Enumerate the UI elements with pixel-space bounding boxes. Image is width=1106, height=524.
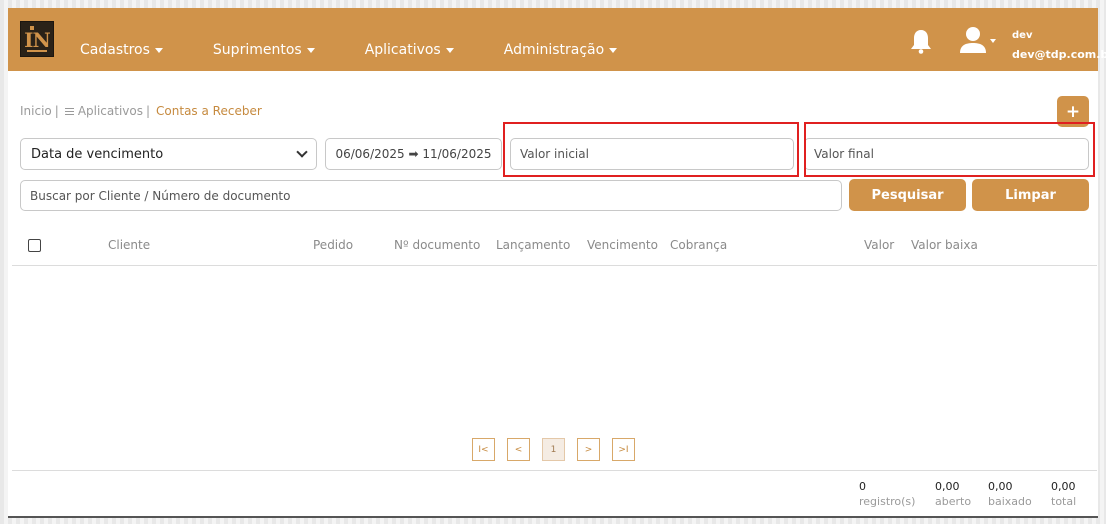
nav-cadastros-label: Cadastros (80, 42, 150, 58)
baixado-label: baixado (988, 495, 1032, 508)
caret-down-icon (306, 47, 315, 53)
stat-registros: 0 registro(s) (859, 480, 915, 508)
stat-aberto: 0,00 aberto (935, 480, 971, 508)
pagination: I< < 1 > >I (472, 438, 647, 461)
user-icon[interactable] (958, 26, 988, 54)
breadcrumb-home[interactable]: Inicio (20, 104, 52, 118)
date-field-selected: Data de vencimento (31, 146, 164, 162)
nav-menu: Cadastros Suprimentos Aplicativos Admini… (80, 42, 665, 58)
footer-divider (12, 470, 1097, 471)
clear-button[interactable]: Limpar (972, 179, 1089, 211)
date-field-select[interactable]: Data de vencimento (20, 138, 317, 170)
caret-down-icon (609, 47, 618, 53)
clear-button-label: Limpar (1005, 187, 1056, 203)
chevron-down-icon (296, 146, 308, 158)
col-cobranca[interactable]: Cobrança (670, 238, 727, 252)
col-pedido[interactable]: Pedido (313, 238, 353, 252)
highlight-box (804, 122, 1095, 177)
top-navbar: IN Cadastros Suprimentos Aplicativos Adm… (8, 8, 1106, 71)
nav-administracao-label: Administração (503, 42, 605, 58)
nav-aplicativos-label: Aplicativos (364, 42, 441, 58)
plus-icon: + (1065, 101, 1081, 122)
registros-label: registro(s) (859, 495, 916, 508)
chevron-right-icon: > (584, 444, 593, 455)
date-range-value: 06/06/2025 ➡ 11/06/2025 (335, 147, 492, 161)
aberto-value: 0,00 (935, 480, 960, 493)
nav-aplicativos[interactable]: Aplicativos (365, 42, 454, 58)
registros-value: 0 (859, 480, 866, 493)
nav-suprimentos-label: Suprimentos (212, 42, 302, 58)
caret-down-icon (154, 47, 163, 53)
user-name: dev (1012, 30, 1033, 41)
search-button-label: Pesquisar (871, 187, 944, 203)
highlight-box (503, 122, 799, 177)
stat-total: 0,00 total (1051, 480, 1076, 508)
breadcrumb: Inicio | Aplicativos | Contas a Receber (20, 104, 262, 118)
app-window: IN Cadastros Suprimentos Aplicativos Adm… (8, 8, 1106, 518)
nav-suprimentos[interactable]: Suprimentos (213, 42, 315, 58)
col-n-documento[interactable]: Nº documento (394, 238, 480, 252)
user-caret-icon[interactable] (990, 39, 996, 43)
nav-cadastros[interactable]: Cadastros (80, 42, 163, 58)
aberto-label: aberto (935, 495, 972, 508)
chevron-left-icon: < (514, 444, 523, 455)
first-page-icon: I< (478, 444, 489, 455)
col-vencimento[interactable]: Vencimento (587, 238, 658, 252)
bottom-border (8, 516, 1098, 518)
search-placeholder: Buscar por Cliente / Número de documento (30, 188, 291, 203)
table-header: Cliente Pedido Nº documento Lançamento V… (12, 238, 1097, 266)
col-lancamento[interactable]: Lançamento (496, 238, 570, 252)
breadcrumb-separator: | (54, 104, 59, 118)
caret-down-icon (445, 47, 454, 53)
col-valor[interactable]: Valor (864, 238, 894, 252)
menu-icon (64, 106, 74, 117)
breadcrumb-apps[interactable]: Aplicativos (78, 104, 143, 118)
bell-icon[interactable] (910, 28, 932, 54)
stat-baixado: 0,00 baixado (988, 480, 1032, 508)
search-button[interactable]: Pesquisar (849, 179, 966, 211)
page-current[interactable]: 1 (542, 438, 565, 461)
col-cliente[interactable]: Cliente (108, 238, 150, 252)
user-email: dev@tdp.com.br (1012, 48, 1106, 61)
total-value: 0,00 (1051, 480, 1076, 493)
page-number: 1 (550, 444, 557, 455)
baixado-value: 0,00 (988, 480, 1013, 493)
search-input[interactable]: Buscar por Cliente / Número de documento (20, 180, 842, 211)
logo[interactable]: IN (20, 21, 54, 57)
breadcrumb-current: Contas a Receber (156, 104, 262, 118)
page-last-button[interactable]: >I (612, 438, 635, 461)
select-all-checkbox[interactable] (28, 239, 41, 252)
nav-administracao[interactable]: Administração (503, 42, 618, 58)
total-label: total (1051, 495, 1077, 508)
col-valor-baixa[interactable]: Valor baixa (911, 238, 978, 252)
last-page-icon: >I (618, 444, 629, 455)
page-next-button[interactable]: > (577, 438, 600, 461)
page-first-button[interactable]: I< (472, 438, 495, 461)
page-prev-button[interactable]: < (507, 438, 530, 461)
breadcrumb-separator: | (146, 104, 151, 118)
date-range-picker[interactable]: 06/06/2025 ➡ 11/06/2025 (325, 138, 502, 170)
logo-text: IN (24, 28, 51, 52)
